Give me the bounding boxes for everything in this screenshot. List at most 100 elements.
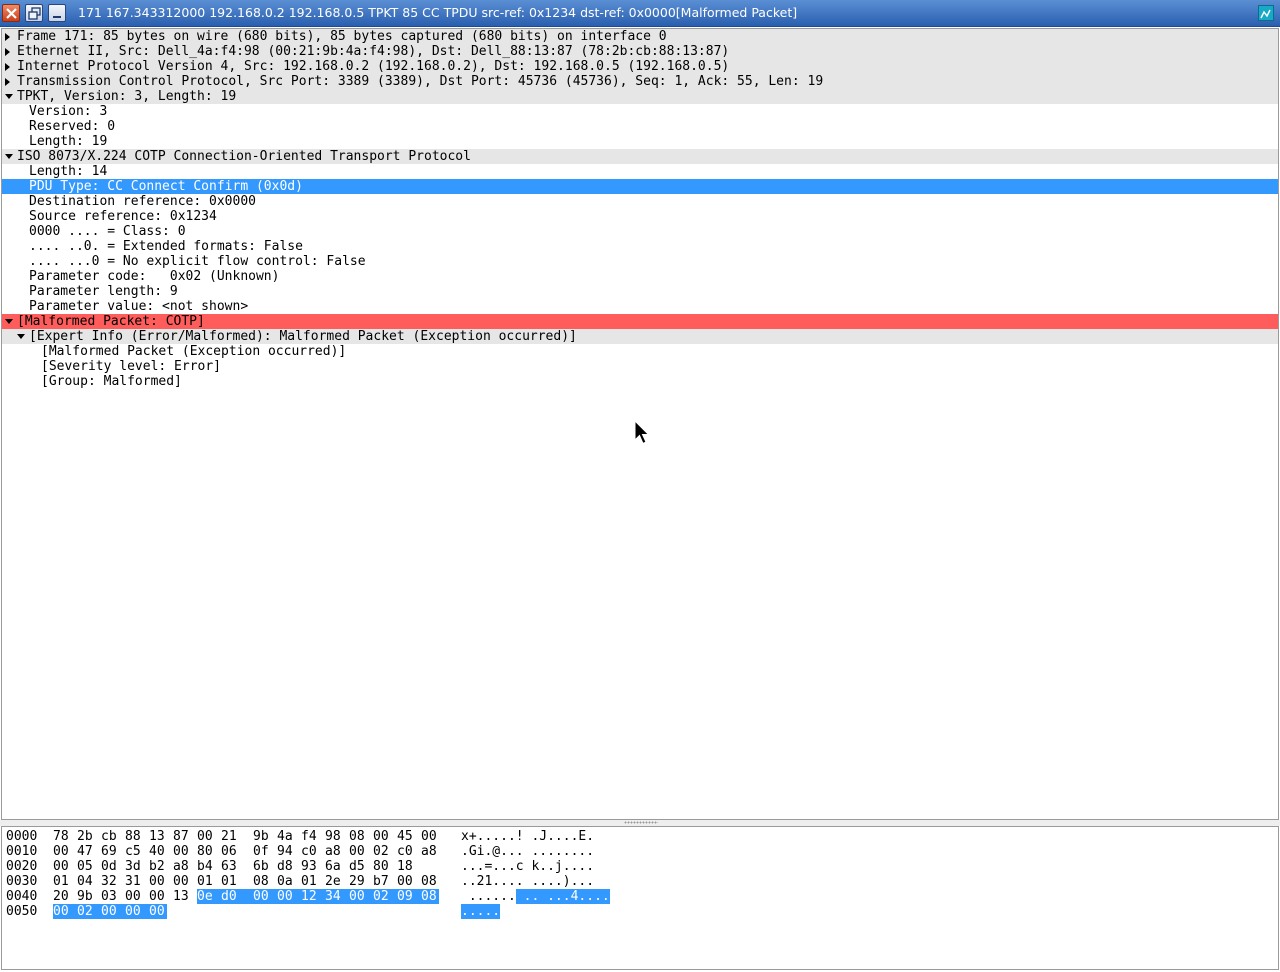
expand-right-arrow-icon[interactable]	[5, 48, 10, 56]
hex-byte[interactable]: 00	[397, 874, 415, 889]
hex-byte[interactable]: 69	[101, 844, 119, 859]
hex-byte[interactable]: d5	[349, 859, 367, 874]
close-button[interactable]	[2, 4, 20, 22]
hex-byte[interactable]: 88	[125, 829, 143, 844]
hex-byte[interactable]: 00	[53, 904, 77, 919]
hex-byte[interactable]: 2b	[77, 829, 95, 844]
tree-row[interactable]: Ethernet II, Src: Dell_4a:f4:98 (00:21:9…	[2, 44, 1278, 59]
hex-byte[interactable]: 4a	[277, 829, 295, 844]
tree-row[interactable]: [Malformed Packet (Exception occurred)]	[2, 344, 1278, 359]
hex-byte[interactable]: 98	[325, 829, 343, 844]
hex-byte[interactable]: 00	[173, 844, 191, 859]
tree-row[interactable]: Frame 171: 85 bytes on wire (680 bits), …	[2, 29, 1278, 44]
expand-down-arrow-icon[interactable]	[17, 334, 25, 339]
hex-byte[interactable]: b2	[149, 859, 167, 874]
tree-row[interactable]: .... ...0 = No explicit flow control: Fa…	[2, 254, 1278, 269]
tree-row[interactable]: Parameter code: 0x02 (Unknown)	[2, 269, 1278, 284]
hex-byte[interactable]: 00	[349, 844, 367, 859]
expand-right-arrow-icon[interactable]	[5, 33, 10, 41]
hex-byte[interactable]: 2e	[325, 874, 343, 889]
tree-row[interactable]: [Malformed Packet: COTP]	[2, 314, 1278, 329]
hex-byte[interactable]: d0	[221, 889, 253, 904]
hex-byte[interactable]: 12	[301, 889, 325, 904]
hex-byte[interactable]: c5	[125, 844, 143, 859]
splitter-grip[interactable]	[624, 821, 658, 824]
hex-byte[interactable]: 00	[125, 904, 149, 919]
hex-byte[interactable]: 00	[253, 889, 277, 904]
hex-byte[interactable]: 06	[221, 844, 239, 859]
hex-byte[interactable]: 0f	[253, 844, 271, 859]
hex-byte[interactable]: 32	[101, 874, 119, 889]
hex-byte[interactable]: 08	[253, 874, 271, 889]
hex-ascii[interactable]: ..21.... ....)...	[461, 874, 594, 889]
hex-byte[interactable]: 40	[149, 844, 167, 859]
hex-ascii[interactable]: x+.....! .J....E.	[461, 829, 594, 844]
hex-byte[interactable]: 00	[421, 829, 439, 844]
tree-row[interactable]: [Group: Malformed]	[2, 374, 1278, 389]
hex-byte[interactable]: d8	[277, 859, 295, 874]
hex-byte[interactable]: 47	[77, 844, 95, 859]
hex-byte[interactable]: a8	[325, 844, 343, 859]
hex-byte[interactable]: 9b	[77, 889, 95, 904]
tree-row[interactable]: [Severity level: Error]	[2, 359, 1278, 374]
hex-byte[interactable]: 00	[197, 829, 215, 844]
hex-byte[interactable]: 80	[197, 844, 215, 859]
hex-byte[interactable]: 63	[221, 859, 239, 874]
tree-row[interactable]: Transmission Control Protocol, Src Port:…	[2, 74, 1278, 89]
tree-row[interactable]: [Expert Info (Error/Malformed): Malforme…	[2, 329, 1278, 344]
tree-row[interactable]: .... ..0. = Extended formats: False	[2, 239, 1278, 254]
hex-byte[interactable]: 00	[149, 889, 167, 904]
minimize-button[interactable]	[48, 4, 66, 22]
hex-byte[interactable]: a8	[421, 844, 439, 859]
hex-byte[interactable]: 08	[421, 874, 439, 889]
hex-byte[interactable]: 78	[53, 829, 71, 844]
hex-byte[interactable]: 01	[197, 874, 215, 889]
expand-down-arrow-icon[interactable]	[5, 154, 13, 159]
hex-byte[interactable]: 00	[173, 874, 191, 889]
hex-byte[interactable]: 00	[53, 844, 71, 859]
packet-bytes-pane[interactable]: 0000 78 2b cb 88 13 87 00 21 9b 4a f4 98 08 00 45 00 x+..…	[1, 826, 1279, 970]
hex-byte[interactable]: 87	[173, 829, 191, 844]
hex-byte[interactable]: 31	[125, 874, 143, 889]
tree-row[interactable]: Length: 19	[2, 134, 1278, 149]
hex-byte[interactable]: cb	[101, 829, 119, 844]
hex-byte[interactable]: 02	[77, 904, 101, 919]
hex-byte[interactable]: 13	[149, 829, 167, 844]
hex-byte[interactable]: 29	[349, 874, 367, 889]
hex-byte[interactable]: 02	[373, 844, 391, 859]
tree-row[interactable]: Parameter value: <not shown>	[2, 299, 1278, 314]
hex-byte[interactable]: 34	[325, 889, 349, 904]
hex-byte[interactable]: 01	[53, 874, 71, 889]
hex-byte[interactable]: 21	[221, 829, 239, 844]
hex-byte[interactable]: 0d	[101, 859, 119, 874]
tree-row[interactable]: Source reference: 0x1234	[2, 209, 1278, 224]
hex-byte[interactable]: 13	[173, 889, 191, 904]
restore-button[interactable]	[25, 4, 43, 22]
hex-byte[interactable]: 08	[421, 889, 439, 904]
hex-byte[interactable]: 0e	[197, 889, 221, 904]
hex-byte[interactable]: 00	[149, 904, 167, 919]
hex-byte[interactable]: 00	[53, 859, 71, 874]
hex-byte[interactable]: f4	[301, 829, 319, 844]
hex-byte[interactable]: 01	[301, 874, 319, 889]
hex-ascii[interactable]: .Gi.@... ........	[461, 844, 594, 859]
hex-byte[interactable]: 3d	[125, 859, 143, 874]
hex-byte[interactable]: 00	[373, 829, 391, 844]
hex-byte[interactable]: 80	[373, 859, 391, 874]
tree-row[interactable]: Reserved: 0	[2, 119, 1278, 134]
tree-row[interactable]: Parameter length: 9	[2, 284, 1278, 299]
app-icon[interactable]	[1258, 5, 1274, 21]
hex-byte[interactable]: 20	[53, 889, 71, 904]
tree-row[interactable]: Destination reference: 0x0000	[2, 194, 1278, 209]
expand-right-arrow-icon[interactable]	[5, 63, 10, 71]
hex-byte[interactable]: 00	[349, 889, 373, 904]
hex-byte[interactable]: 08	[349, 829, 367, 844]
tree-row[interactable]: Length: 14	[2, 164, 1278, 179]
tree-row[interactable]: 0000 .... = Class: 0	[2, 224, 1278, 239]
tree-row[interactable]: Version: 3	[2, 104, 1278, 119]
hex-ascii[interactable]: .....	[461, 904, 501, 919]
hex-byte[interactable]: c0	[301, 844, 319, 859]
expand-down-arrow-icon[interactable]	[5, 319, 13, 324]
hex-byte[interactable]: 04	[77, 874, 95, 889]
hex-byte[interactable]: b4	[197, 859, 215, 874]
